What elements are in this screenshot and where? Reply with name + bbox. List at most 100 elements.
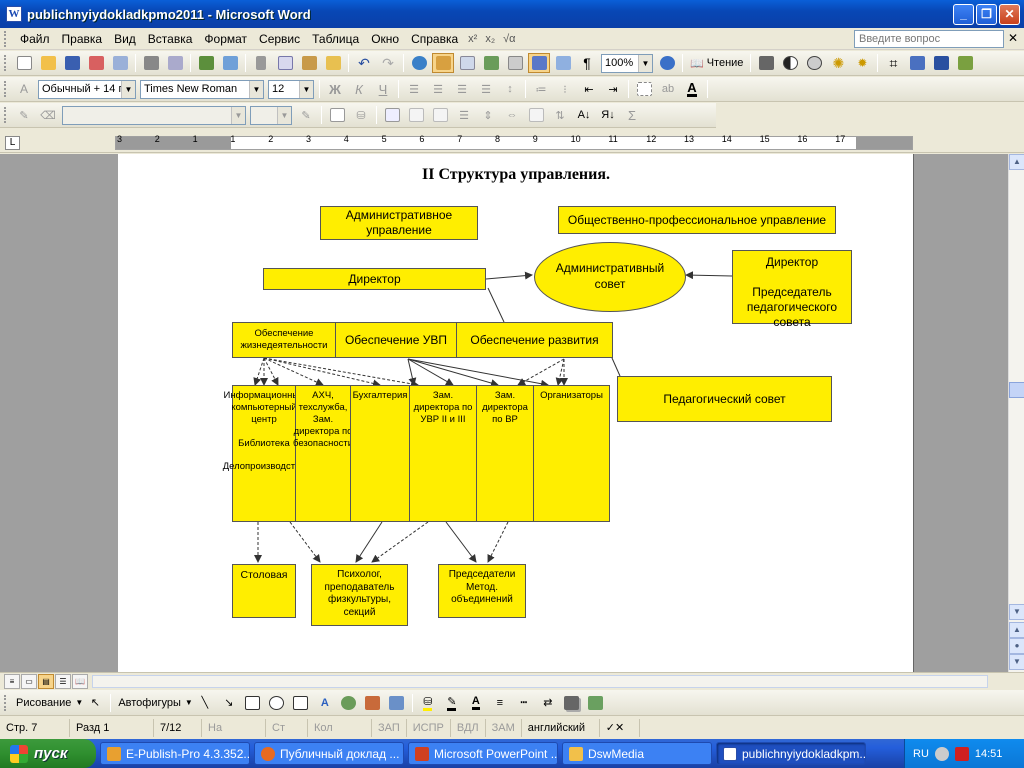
print-preview-button[interactable] <box>164 53 186 73</box>
doc-map-button[interactable] <box>552 53 574 73</box>
3d-button[interactable] <box>585 693 607 713</box>
format-painter-button[interactable] <box>322 53 344 73</box>
admin-council-ellipse[interactable]: Административный совет <box>534 242 686 312</box>
save-button[interactable] <box>61 53 83 73</box>
print-layout-button[interactable]: ▤ <box>38 674 54 689</box>
scroll-up-button[interactable]: ▲ <box>1009 154 1024 170</box>
toolbar-grip[interactable] <box>4 81 8 97</box>
select-objects-button[interactable]: ↖ <box>84 693 106 713</box>
status-ext[interactable]: ВДЛ <box>451 719 486 737</box>
tab-selector[interactable]: L <box>5 136 20 150</box>
distribute-rows-button[interactable]: ⇕ <box>477 105 499 125</box>
align-right-button[interactable]: ☰ <box>451 79 473 99</box>
styles-pane-button[interactable]: A <box>13 79 35 99</box>
line-color-button[interactable]: ✎ <box>441 693 463 713</box>
brightness-button[interactable] <box>803 53 825 73</box>
support-development-box[interactable]: Обеспечение развития <box>456 322 613 358</box>
back-arrow-icon[interactable] <box>934 746 949 761</box>
browse-object-button[interactable]: ● <box>1009 638 1024 654</box>
insert-table-menu-button[interactable] <box>381 105 403 125</box>
merge-cells-button[interactable] <box>405 105 427 125</box>
canteen-box[interactable]: Столовая <box>232 564 296 618</box>
menu-insert[interactable]: Вставка <box>142 29 199 49</box>
horizontal-ruler[interactable]: L 3 2 1 1 2 3 4 5 6 7 8 9 10 11 12 13 14 15 16 17 <box>0 133 1024 153</box>
toolbar-grip[interactable] <box>4 55 8 71</box>
clipart-button[interactable] <box>362 693 384 713</box>
ahch-box[interactable]: АХЧ, техслужба, Зам. директора по безопа… <box>293 385 353 522</box>
menu-grip[interactable] <box>4 30 8 47</box>
autosum-button[interactable]: Σ <box>621 105 643 125</box>
font-color-button[interactable]: A <box>681 79 703 99</box>
close-doc-icon[interactable]: ✕ <box>1008 31 1018 45</box>
distribute-cols-button[interactable]: ⇔ <box>501 105 523 125</box>
task-word[interactable]: publichnyiydokladkpm... <box>716 742 866 765</box>
subscript-icon[interactable]: x₂ <box>481 33 499 45</box>
sort-asc-button[interactable]: A↓ <box>573 105 595 125</box>
picture-button[interactable] <box>386 693 408 713</box>
psychologist-box[interactable]: Психолог, преподаватель физкультуры, сек… <box>311 564 408 626</box>
menu-window[interactable]: Окно <box>365 29 405 49</box>
web-view-button[interactable]: ▭ <box>21 674 37 689</box>
crop-button[interactable]: ⌗ <box>882 53 904 73</box>
ped-council-box[interactable]: Педагогический совет <box>617 376 832 422</box>
menu-file[interactable]: Файл <box>14 29 56 49</box>
director-chair-box[interactable]: Директор Председатель педагогического со… <box>732 250 852 329</box>
transparent-button[interactable] <box>954 53 976 73</box>
justify-button[interactable]: ☰ <box>475 79 497 99</box>
email-button[interactable] <box>109 53 131 73</box>
line-style-button[interactable]: ≡ <box>489 693 511 713</box>
deputy-vr-box[interactable]: Зам. директора по ВР <box>476 385 534 522</box>
increase-indent-button[interactable]: ⇥ <box>602 79 624 99</box>
scroll-down-button[interactable]: ▼ <box>1009 604 1024 620</box>
status-trk[interactable]: ИСПР <box>407 719 451 737</box>
toolbar-grip[interactable] <box>4 694 8 711</box>
underline-button[interactable]: Ч <box>372 79 394 99</box>
rectangle-button[interactable] <box>242 693 264 713</box>
sun-button[interactable]: ✺ <box>827 53 849 73</box>
line-weight-select[interactable]: ▼ <box>250 105 292 125</box>
open-button[interactable] <box>37 53 59 73</box>
dash-style-button[interactable]: ┅ <box>513 693 535 713</box>
word-app-icon[interactable]: W <box>6 6 22 22</box>
superscript-icon[interactable]: x² <box>464 33 481 45</box>
spelling-button[interactable] <box>195 53 217 73</box>
start-button[interactable]: пуск <box>0 739 96 768</box>
shading-button[interactable]: ⛁ <box>350 105 372 125</box>
arrow-style-button[interactable]: ⇄ <box>537 693 559 713</box>
cut-button[interactable] <box>250 53 272 73</box>
contrast-button[interactable] <box>779 53 801 73</box>
menu-view[interactable]: Вид <box>108 29 142 49</box>
status-language[interactable]: английский <box>522 719 600 737</box>
status-ovr[interactable]: ЗАМ <box>486 719 522 737</box>
horizontal-scrollbar[interactable] <box>92 675 988 688</box>
sort-desc-button[interactable]: Я↓ <box>597 105 619 125</box>
numbering-button[interactable]: ≔ <box>530 79 552 99</box>
bullets-button[interactable]: ⁝ <box>554 79 576 99</box>
font-size-select[interactable]: 12 ▼ <box>268 79 314 99</box>
columns-button[interactable] <box>504 53 526 73</box>
text-direction-button[interactable]: ⇅ <box>549 105 571 125</box>
show-hide-button[interactable]: ¶ <box>576 53 598 73</box>
document-page[interactable]: II Структура управления. Административно… <box>118 154 914 672</box>
shadow-button[interactable] <box>561 693 583 713</box>
next-page-button[interactable]: ▼ <box>1009 654 1024 670</box>
organizers-box[interactable]: Организаторы <box>533 385 610 522</box>
italic-button[interactable]: К <box>348 79 370 99</box>
permission-button[interactable] <box>85 53 107 73</box>
line-spacing-button[interactable]: ↕ <box>499 79 521 99</box>
textbox-button[interactable] <box>290 693 312 713</box>
vertical-scrollbar[interactable]: ▲ ▼ ▲ ● ▼ <box>1008 154 1024 672</box>
task-dswmedia[interactable]: DswMedia <box>562 742 712 765</box>
equation-icon[interactable]: √α <box>499 33 519 45</box>
arrow-button[interactable]: ↘ <box>218 693 240 713</box>
restore-button[interactable]: ❐ <box>976 4 997 25</box>
support-life-box[interactable]: Обеспечение жизнедеятельности <box>232 322 336 358</box>
bold-button[interactable]: Ж <box>324 79 346 99</box>
prev-page-button[interactable]: ▲ <box>1009 622 1024 638</box>
redo-button[interactable]: ↷ <box>377 53 399 73</box>
align-center-button[interactable]: ☰ <box>427 79 449 99</box>
highlight-button[interactable]: ab <box>657 79 679 99</box>
outline-view-button[interactable]: ☰ <box>55 674 71 689</box>
menu-table[interactable]: Таблица <box>306 29 365 49</box>
admin-management-box[interactable]: Административное управление <box>320 206 478 240</box>
